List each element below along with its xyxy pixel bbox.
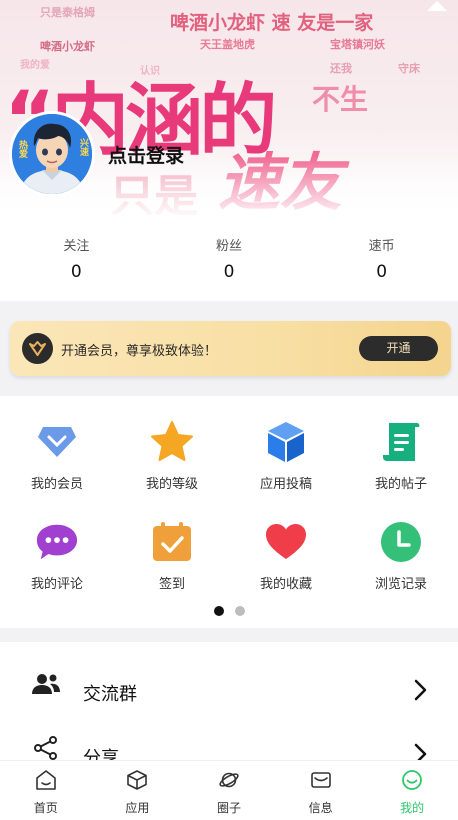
clock-icon: [379, 520, 423, 564]
stat-value: 0: [70, 262, 82, 282]
tab-label: 我的: [400, 801, 425, 815]
avatar-right-text: 兴速: [78, 138, 88, 156]
grid-item-label: 我的帖子: [374, 477, 427, 492]
chevron-right-icon: [414, 679, 427, 701]
grid-item-label: 我的会员: [30, 477, 83, 492]
share-icon: [34, 736, 57, 760]
avatar[interactable]: 热爱 兴速: [9, 111, 95, 197]
chat-bubble-icon: [35, 520, 79, 564]
grid-item-label: 浏览记录: [374, 577, 427, 592]
grid-item-label: 签到: [158, 577, 185, 592]
tab-label: 信息: [308, 801, 333, 815]
star-icon: [150, 420, 194, 464]
stat-coins[interactable]: 速币 0: [305, 215, 458, 301]
status-bar: [0, 0, 458, 14]
tab-apps[interactable]: 应用: [92, 761, 184, 820]
heart-icon: [264, 520, 308, 564]
avatar-left-text: 热爱: [17, 140, 27, 158]
home-icon: [35, 770, 56, 790]
tab-circles[interactable]: 圈子: [183, 761, 275, 820]
diamond-icon: [35, 420, 79, 464]
grid-item-label: 我的评论: [30, 577, 83, 592]
feature-grid: 我的会员 我的等级 应用投稿 我的帖子 我的评论 签到 我的收藏 浏览记录: [0, 396, 458, 628]
page-indicator: [0, 606, 458, 616]
bottom-tab-bar: 首页 应用 圈子 信息 我的: [0, 760, 458, 820]
grid-item-level[interactable]: 我的等级: [115, 420, 229, 492]
stat-following[interactable]: 关注 0: [0, 215, 153, 301]
tab-label: 圈子: [216, 801, 241, 815]
banner-bg-word: 啤酒小龙虾: [40, 40, 95, 53]
scroll-icon: [379, 420, 423, 464]
grid-item-my-comments[interactable]: 我的评论: [0, 520, 114, 592]
banner-big-text: 不生: [312, 83, 369, 116]
stat-label: 粉丝: [216, 239, 243, 254]
calendar-check-icon: [150, 520, 194, 564]
login-link[interactable]: 点击登录: [108, 141, 184, 168]
tab-profile[interactable]: 我的: [366, 761, 458, 820]
banner-bg-word: 守床: [398, 62, 420, 75]
grid-item-favorites[interactable]: 我的收藏: [229, 520, 343, 592]
vip-promo-text: 开通会员，尊享极致体验！: [61, 344, 218, 359]
cube-icon: [264, 420, 308, 464]
banner-bg-word: 宝塔镇河妖: [330, 38, 385, 51]
list-item-group-chat[interactable]: 交流群: [0, 652, 458, 716]
grid-item-check-in[interactable]: 签到: [115, 520, 229, 592]
planet-icon: [219, 772, 239, 788]
grid-item-history[interactable]: 浏览记录: [344, 520, 458, 592]
banner-bg-word: 还我: [330, 62, 352, 75]
signal-icon: [427, 1, 447, 11]
grid-item-label: 我的收藏: [259, 577, 312, 592]
grid-item-my-posts[interactable]: 我的帖子: [344, 420, 458, 492]
vip-open-button[interactable]: 开通: [359, 336, 438, 361]
stat-followers[interactable]: 粉丝 0: [153, 215, 306, 301]
box-icon: [127, 770, 148, 790]
stat-label: 关注: [63, 239, 90, 254]
tab-home[interactable]: 首页: [0, 761, 92, 820]
mail-icon: [310, 772, 331, 788]
stat-value: 0: [223, 262, 235, 282]
page-dot[interactable]: [234, 606, 245, 616]
tab-messages[interactable]: 信息: [275, 761, 367, 820]
profile-banner: 只是泰格姆 啤酒小龙虾 速 友是一家 天王盖地虎 宝塔镇河妖 啤酒小龙虾 我的爱…: [0, 0, 458, 215]
stats-row: 关注 0 粉丝 0 速币 0: [0, 215, 458, 301]
banner-bg-word: 天王盖地虎: [200, 38, 255, 51]
tab-label: 首页: [33, 801, 58, 815]
smile-icon: [402, 770, 423, 790]
stat-label: 速币: [368, 239, 395, 254]
stat-value: 0: [376, 262, 388, 282]
grid-item-submit-app[interactable]: 应用投稿: [229, 420, 343, 492]
vip-crown-icon: [22, 333, 53, 364]
vip-section: 开通会员，尊享极致体验！ 开通: [0, 301, 458, 396]
grid-item-label: 我的等级: [145, 477, 198, 492]
vip-card[interactable]: 开通会员，尊享极致体验！ 开通: [10, 321, 451, 376]
list-item-label: 交流群: [83, 684, 137, 705]
grid-item-label: 应用投稿: [259, 477, 312, 492]
grid-item-membership[interactable]: 我的会员: [0, 420, 114, 492]
tab-label: 应用: [125, 801, 150, 815]
page-dot-active[interactable]: [213, 606, 224, 616]
group-icon: [32, 674, 60, 694]
